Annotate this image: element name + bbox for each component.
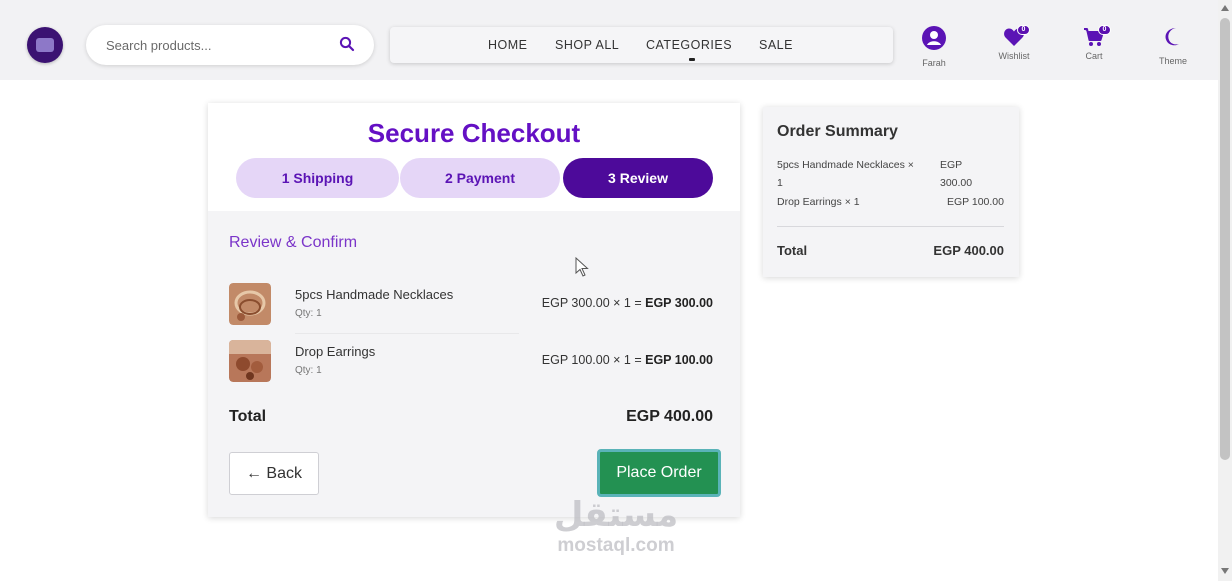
theme-label: Theme xyxy=(1158,56,1187,66)
cart-label: Cart xyxy=(1085,51,1103,61)
watermark-arabic: مستقل xyxy=(553,495,679,535)
checkout-card: Secure Checkout 1 Shipping 2 Payment 3 R… xyxy=(208,103,740,517)
wishlist-link[interactable]: 0 Wishlist xyxy=(989,25,1039,61)
item-price-calc: EGP 100.00 × 1 = xyxy=(541,353,646,367)
order-summary-title: Order Summary xyxy=(777,123,898,140)
store-logo[interactable] xyxy=(27,27,63,63)
logo-mark xyxy=(36,38,54,52)
necklace-product-image xyxy=(229,283,271,325)
scroll-down-arrow-icon[interactable] xyxy=(1221,568,1229,574)
back-button[interactable]: ← Back xyxy=(229,452,319,495)
nav-shop-all[interactable]: SHOP ALL xyxy=(555,38,619,52)
nav-active-indicator xyxy=(689,58,695,61)
moon-icon xyxy=(1165,28,1179,46)
nav-sale[interactable]: SALE xyxy=(759,38,793,52)
total-value: EGP 400.00 xyxy=(626,408,713,425)
cart-count-badge: 0 xyxy=(1098,25,1111,35)
cart-link[interactable]: 0 Cart xyxy=(1069,25,1119,61)
order-item: Drop Earrings Qty: 1 EGP 100.00 × 1 = EG… xyxy=(229,340,719,392)
user-icon xyxy=(922,26,946,50)
row-divider xyxy=(295,333,519,334)
user-account[interactable]: Farah xyxy=(909,25,959,68)
scroll-thumb[interactable] xyxy=(1220,18,1230,460)
wishlist-label: Wishlist xyxy=(998,51,1030,61)
top-header: HOME SHOP ALL CATEGORIES SALE Farah 0 Wi… xyxy=(0,0,1218,80)
item-name: 5pcs Handmade Necklaces xyxy=(295,287,454,302)
main-nav: HOME SHOP ALL CATEGORIES SALE xyxy=(390,27,893,63)
page: HOME SHOP ALL CATEGORIES SALE Farah 0 Wi… xyxy=(0,0,1232,581)
summary-total-label: Total xyxy=(777,243,808,258)
search-input[interactable] xyxy=(106,35,326,55)
order-item: 5pcs Handmade Necklaces Qty: 1 EGP 300.0… xyxy=(229,283,719,335)
mostaql-watermark: مستقل mostaql.com xyxy=(540,495,692,557)
item-qty: Qty: 1 xyxy=(295,308,322,319)
summary-item-price-currency: EGP xyxy=(940,159,963,171)
summary-item-price-amount: 300.00 xyxy=(940,177,973,189)
place-order-button[interactable]: Place Order xyxy=(597,449,721,497)
user-name: Farah xyxy=(922,58,946,68)
nav-home[interactable]: HOME xyxy=(488,38,528,52)
checkout-header: Secure Checkout 1 Shipping 2 Payment 3 R… xyxy=(208,103,740,211)
total-label: Total xyxy=(229,408,267,425)
page-scrollbar[interactable] xyxy=(1218,0,1232,581)
wishlist-count-badge: 0 xyxy=(1017,25,1030,35)
item-qty: Qty: 1 xyxy=(295,365,322,376)
summary-total-value: EGP 400.00 xyxy=(933,243,1004,258)
summary-item-qty: 1 xyxy=(777,177,783,189)
summary-item-name: 5pcs Handmade Necklaces × xyxy=(777,159,914,171)
mouse-cursor-icon xyxy=(575,257,589,277)
scroll-up-arrow-icon[interactable] xyxy=(1221,5,1229,11)
nav-categories[interactable]: CATEGORIES xyxy=(646,38,732,52)
item-line-total: EGP 300.00 xyxy=(645,296,713,310)
item-price: EGP 100.00 × 1 = EGP 100.00 xyxy=(542,353,713,367)
item-price-calc: EGP 300.00 × 1 = xyxy=(541,296,646,310)
theme-toggle[interactable]: Theme xyxy=(1148,25,1198,66)
item-name: Drop Earrings xyxy=(295,344,376,359)
watermark-latin: mostaql.com xyxy=(557,535,675,556)
earrings-product-image xyxy=(229,340,271,382)
search-bar xyxy=(86,25,374,65)
summary-divider xyxy=(777,226,1004,227)
step-payment[interactable]: 2 Payment xyxy=(400,158,560,198)
checkout-title: Secure Checkout xyxy=(367,118,581,148)
item-line-total: EGP 100.00 xyxy=(645,353,713,367)
review-section-title: Review & Confirm xyxy=(229,234,358,251)
step-review[interactable]: 3 Review xyxy=(563,158,713,198)
order-summary-card: Order Summary 5pcs Handmade Necklaces × … xyxy=(763,107,1019,277)
search-icon[interactable] xyxy=(339,36,355,52)
item-price: EGP 300.00 × 1 = EGP 300.00 xyxy=(542,296,713,310)
step-shipping[interactable]: 1 Shipping xyxy=(236,158,399,198)
summary-item-name: Drop Earrings × 1 xyxy=(777,196,860,208)
summary-item-price: EGP 100.00 xyxy=(946,196,1004,208)
